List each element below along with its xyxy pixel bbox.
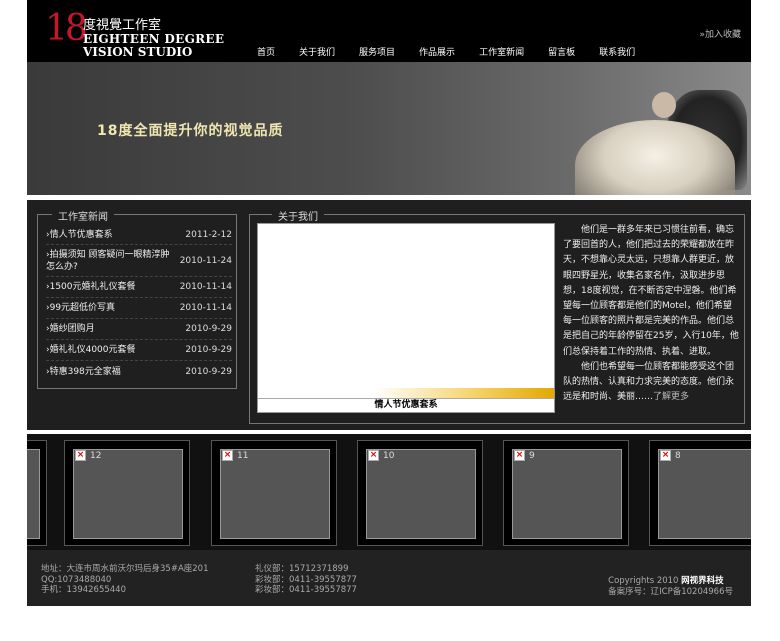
read-more-link[interactable]: 了解更多 xyxy=(653,392,689,402)
news-item[interactable]: ›拍摄须知 顾客疑问一眼精淳肿怎么办? 2010-11-24 xyxy=(46,245,232,277)
icp-number: 备案序号：辽ICP备10204966号 xyxy=(608,586,733,597)
about-paragraph-2: 他们也希望每一位顾客都能感受这个团队的热情、认真和力求完美的态度。他们永远是和时… xyxy=(563,360,739,406)
nav-news[interactable]: 工作室新闻 xyxy=(479,45,524,58)
work-thumbnail[interactable]: × 12 xyxy=(64,440,190,546)
work-thumbnail[interactable]: × 9 xyxy=(503,440,629,546)
copyright-company[interactable]: 网视界科技 xyxy=(681,576,724,586)
banner-bride-head xyxy=(652,92,676,118)
news-item-date: 2010-9-29 xyxy=(185,345,232,355)
news-panel: 工作室新闻 ›情人节优惠套系 2011-2-12 ›拍摄须知 顾客疑问一眼精淳肿… xyxy=(37,208,237,389)
news-item[interactable]: ›情人节优惠套系 2011-2-12 xyxy=(46,225,232,245)
copyright-prefix: Copyrights 2010 xyxy=(608,576,682,586)
site-footer: 地址：大连市周水前沃尔玛后身35#A座201 QQ:1073488040 手机：… xyxy=(27,550,751,606)
thumbnail-label: × 10 xyxy=(368,450,394,461)
news-item-title[interactable]: ›婚礼礼仪4000元套餐 xyxy=(46,344,174,356)
news-list: ›情人节优惠套系 2011-2-12 ›拍摄须知 顾客疑问一眼精淳肿怎么办? 2… xyxy=(46,225,232,382)
thumbnail-number: 12 xyxy=(90,450,102,461)
news-item-date: 2010-11-24 xyxy=(179,255,232,266)
nav-guestbook[interactable]: 留言板 xyxy=(548,45,575,58)
news-item-date: 2010-11-14 xyxy=(179,303,232,313)
broken-image-icon: × xyxy=(660,450,671,461)
hero-banner: 18度全面提升你的视觉品质 xyxy=(27,62,751,195)
broken-image-icon: × xyxy=(368,450,379,461)
news-item-title[interactable]: ›情人节优惠套系 xyxy=(46,229,174,241)
work-thumbnail[interactable]: × 11 xyxy=(211,440,337,546)
thumbnail-number: 11 xyxy=(237,450,249,461)
news-item[interactable]: ›婚纱团购月 2010-9-29 xyxy=(46,319,232,340)
broken-image-icon: × xyxy=(514,450,525,461)
thumbnail-frame xyxy=(366,449,476,539)
footer-contact: 地址：大连市周水前沃尔玛后身35#A座201 QQ:1073488040 手机：… xyxy=(41,564,208,596)
thumbnail-frame xyxy=(512,449,622,539)
news-item[interactable]: ›特惠398元全家福 2010-9-29 xyxy=(46,361,232,382)
logo-number: 18 xyxy=(45,8,88,49)
thumbnail-frame xyxy=(220,449,330,539)
photo-caption[interactable]: 情人节优惠套系 xyxy=(258,398,554,412)
news-item-title[interactable]: ›1500元婚礼礼仪套餐 xyxy=(46,281,174,293)
work-thumbnail[interactable] xyxy=(27,440,47,546)
broken-image-icon: × xyxy=(222,450,233,461)
about-text: 他们是一群多年来已习惯往前看，确忘了要回首的人，他们把过去的荣耀都放在昨天，不想… xyxy=(563,223,739,405)
footer-dept-2: 彩妆部：0411-39557877 xyxy=(255,574,357,585)
copyright-line: Copyrights 2010 网视界科技 xyxy=(608,576,733,587)
nav-home[interactable]: 首页 xyxy=(257,45,275,58)
news-item-date: 2010-9-29 xyxy=(185,366,232,377)
thumbnail-number: 9 xyxy=(529,450,535,461)
news-item[interactable]: ›99元超低价写真 2010-11-14 xyxy=(46,298,232,319)
thumbnail-frame xyxy=(658,449,751,539)
footer-dept-1: 礼仪部：15712371899 xyxy=(255,564,349,574)
thumbnail-label: × 11 xyxy=(222,450,248,461)
thumbnail-label: × 8 xyxy=(660,450,681,461)
news-item[interactable]: ›1500元婚礼礼仪套餐 2010-11-14 xyxy=(46,277,232,298)
about-paragraph-2-text: 他们也希望每一位顾客都能感受这个团队的热情、认真和力求完美的态度。他们永远是和时… xyxy=(563,361,735,403)
content-area: 工作室新闻 ›情人节优惠套系 2011-2-12 ›拍摄须知 顾客疑问一眼精淳肿… xyxy=(27,200,751,430)
about-panel-title: 关于我们 xyxy=(272,208,324,223)
footer-qq: QQ:1073488040 xyxy=(41,574,112,585)
thumbnail-label: × 9 xyxy=(514,450,535,461)
logo-english-line2: VISION STUDIO xyxy=(83,45,193,59)
news-item[interactable]: ›婚礼礼仪4000元套餐 2010-9-29 xyxy=(46,340,232,361)
footer-departments: 礼仪部：15712371899 彩妆部：0411-39557877 彩妆部：04… xyxy=(255,564,357,596)
news-item-date: 2010-9-29 xyxy=(185,324,232,334)
about-photo-slideshow[interactable]: 情人节优惠套系 xyxy=(257,223,555,413)
work-thumbnail[interactable]: × 8 xyxy=(649,440,751,546)
news-item-date: 2010-11-14 xyxy=(179,282,232,292)
footer-dept-3: 彩妆部：0411-39557877 xyxy=(255,585,357,595)
nav-works[interactable]: 作品展示 xyxy=(419,45,455,58)
work-thumbnail[interactable]: × 10 xyxy=(357,440,483,546)
news-item-title[interactable]: ›特惠398元全家福 xyxy=(46,366,174,378)
news-panel-title: 工作室新闻 xyxy=(52,208,114,223)
main-nav: 首页 关于我们 服务项目 作品展示 工作室新闻 留言板 联系我们 xyxy=(257,45,659,58)
site-header: 18 度視覺工作室 EIGHTEEN DEGREE VISION STUDIO … xyxy=(27,0,751,62)
thumbnail-frame xyxy=(27,449,40,539)
footer-copyright: Copyrights 2010 网视界科技 备案序号：辽ICP备10204966… xyxy=(608,576,733,597)
news-item-title[interactable]: ›婚纱团购月 xyxy=(46,323,174,335)
nav-services[interactable]: 服务项目 xyxy=(359,45,395,58)
logo-english-line1: EIGHTEEN DEGREE xyxy=(83,32,225,46)
footer-address: 地址：大连市周水前沃尔玛后身35#A座201 xyxy=(41,564,209,574)
news-item-date: 2011-2-12 xyxy=(185,229,232,240)
thumbnail-label: × 12 xyxy=(75,450,101,461)
logo-chinese-name: 度視覺工作室 xyxy=(83,18,162,33)
nav-about[interactable]: 关于我们 xyxy=(299,45,335,58)
banner-slogan: 18度全面提升你的视觉品质 xyxy=(97,123,284,139)
about-paragraph-1: 他们是一群多年来已习惯往前看，确忘了要回首的人，他们把过去的荣耀都放在昨天，不想… xyxy=(563,225,739,357)
thumbnail-frame xyxy=(73,449,183,539)
about-panel: 关于我们 情人节优惠套系 他们是一群多年来已习惯往前看，确忘了要回首的人，他们把… xyxy=(249,208,745,424)
news-item-title[interactable]: ›99元超低价写真 xyxy=(46,302,174,314)
logo[interactable]: 18 度視覺工作室 EIGHTEEN DEGREE VISION STUDIO xyxy=(45,8,255,59)
thumbnail-number: 8 xyxy=(675,450,681,461)
footer-mobile: 手机：13942655440 xyxy=(41,585,126,595)
works-thumbnail-strip: × 12 × 11 × 10 × 9 × 8 xyxy=(27,434,751,550)
news-item-title[interactable]: ›拍摄须知 顾客疑问一眼精淳肿怎么办? xyxy=(46,249,174,273)
broken-image-icon: × xyxy=(75,450,86,461)
caption-highlight-bar xyxy=(374,388,554,398)
add-favorite-link[interactable]: »加入收藏 xyxy=(699,27,741,40)
nav-contact[interactable]: 联系我们 xyxy=(599,45,635,58)
thumbnail-number: 10 xyxy=(383,450,395,461)
